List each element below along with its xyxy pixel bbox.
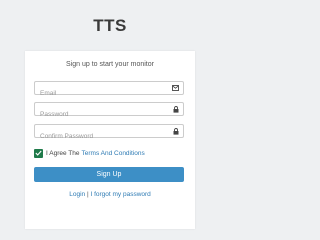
email-input[interactable]	[35, 87, 170, 100]
brand-title: TTS	[93, 16, 127, 35]
terms-agreement: I Agree The Terms And Conditions	[34, 148, 145, 158]
terms-prefix: I Agree The	[46, 149, 80, 157]
lock-icon	[172, 127, 179, 135]
signup-page: TTS Sign up to start your monitor Email …	[0, 0, 220, 229]
signup-button[interactable]: Sign Up	[34, 167, 184, 182]
confirm-password-input[interactable]	[35, 130, 170, 143]
password-input[interactable]	[35, 108, 170, 121]
login-link[interactable]: Login	[69, 191, 85, 198]
email-field[interactable]	[34, 81, 184, 100]
signup-card: Sign up to start your monitor Email I Ag…	[25, 51, 195, 229]
forgot-password-link[interactable]: I forgot my password	[90, 191, 150, 198]
link-separator: |	[86, 191, 89, 198]
footer-links: Login | I forgot my password	[25, 191, 195, 198]
lock-icon	[172, 105, 179, 113]
terms-link[interactable]: Terms And Conditions	[82, 150, 145, 157]
password-field[interactable]	[34, 102, 184, 121]
card-subtitle: Sign up to start your monitor	[66, 61, 154, 68]
terms-checkbox[interactable]	[34, 148, 43, 158]
checkmark-icon	[35, 150, 42, 156]
confirm-password-field[interactable]	[34, 124, 184, 143]
envelope-icon	[172, 85, 179, 91]
